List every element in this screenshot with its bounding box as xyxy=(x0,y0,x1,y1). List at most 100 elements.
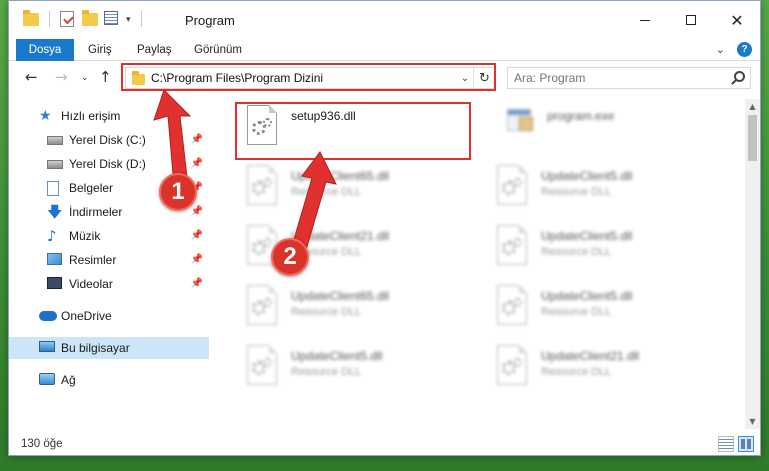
cloud-icon xyxy=(39,311,57,321)
close-button[interactable]: ✕ xyxy=(714,1,760,39)
file-item[interactable]: UpdateClient5.dll Resource DLL xyxy=(495,225,725,277)
minimize-button[interactable] xyxy=(622,1,668,39)
sidebar-item-label: Belgeler xyxy=(69,181,114,195)
file-item[interactable]: UpdateClient65.dll Resource DLL xyxy=(245,165,475,217)
minimize-icon xyxy=(640,19,650,21)
file-item[interactable]: UpdateClient5.dll Resource DLL xyxy=(495,165,725,217)
search-input[interactable] xyxy=(508,71,722,85)
step-1-badge: 1 xyxy=(159,173,197,211)
file-type: Resource DLL xyxy=(291,366,362,378)
file-name: UpdateClient21.dll xyxy=(291,229,390,243)
pin-icon[interactable]: 📌 xyxy=(191,254,203,265)
sidebar-item-music[interactable]: ♪ Müzik 📌 xyxy=(9,225,209,247)
computer-icon xyxy=(39,341,55,352)
sidebar-item-videos[interactable]: Videolar 📌 xyxy=(9,273,209,295)
up-arrow-icon[interactable]: ↑ xyxy=(99,68,112,86)
view-switcher xyxy=(718,436,754,452)
address-dropdown-icon[interactable]: ⌄ xyxy=(457,73,473,84)
file-type: Resource DLL xyxy=(541,306,612,318)
folder-icon xyxy=(132,70,145,85)
refresh-icon[interactable]: ↻ xyxy=(473,68,495,88)
file-type: Resource DLL xyxy=(291,306,362,318)
sidebar-item-quick-access[interactable]: ★ Hızlı erişim xyxy=(9,105,209,127)
quick-access-toolbar: ▾ xyxy=(23,10,146,27)
address-bar[interactable]: C:\Program Files\Program Dizini ⌄ ↻ xyxy=(125,67,496,89)
pictures-icon xyxy=(47,253,62,265)
dll-file-icon xyxy=(245,165,281,209)
expand-ribbon-icon[interactable]: ⌄ xyxy=(716,43,725,56)
file-type: Resource DLL xyxy=(541,246,612,258)
dll-file-icon xyxy=(495,225,531,269)
sidebar-item-label: Ağ xyxy=(61,373,76,387)
navigation-pane: ★ Hızlı erişim Yerel Disk (C:) 📌 Yerel D… xyxy=(9,99,211,429)
file-name: UpdateClient5.dll xyxy=(541,229,633,243)
tab-paylas[interactable]: Paylaş xyxy=(137,39,172,61)
dll-file-icon xyxy=(495,345,531,389)
file-item[interactable]: UpdateClient5.dll Resource DLL xyxy=(245,345,475,397)
maximize-icon xyxy=(686,15,696,25)
new-folder-icon[interactable] xyxy=(82,10,98,27)
dll-file-icon xyxy=(495,285,531,329)
file-item-program-exe[interactable]: program.exe xyxy=(503,105,733,157)
vertical-scrollbar[interactable]: ▲ ▼ xyxy=(745,99,760,429)
item-count: 130 öğe xyxy=(21,438,63,450)
dll-file-icon xyxy=(245,105,281,149)
exe-file-icon xyxy=(507,105,535,135)
details-view-icon[interactable] xyxy=(718,436,734,452)
file-name: UpdateClient65.dll xyxy=(291,289,390,303)
file-name: UpdateClient21.dll xyxy=(541,349,640,363)
ribbon-tabs: Dosya Giriş Paylaş Görünüm ⌄ ? xyxy=(9,39,760,61)
title-bar: ▾ Program ✕ xyxy=(9,1,760,39)
folder-icon[interactable] xyxy=(23,10,39,27)
address-path[interactable]: C:\Program Files\Program Dizini xyxy=(151,71,457,85)
back-arrow-icon[interactable]: ← xyxy=(25,68,38,86)
customize-toolbar-dropdown-icon[interactable]: ▾ xyxy=(126,14,131,25)
window-title: Program xyxy=(185,13,235,28)
properties-icon[interactable] xyxy=(104,11,120,27)
tab-giris[interactable]: Giriş xyxy=(88,39,112,61)
pin-icon[interactable]: 📌 xyxy=(191,206,203,217)
scrollbar-thumb[interactable] xyxy=(748,115,757,161)
status-bar: 130 öğe xyxy=(9,433,760,455)
sidebar-item-this-pc[interactable]: Bu bilgisayar xyxy=(9,337,209,359)
tab-gorunum[interactable]: Görünüm xyxy=(194,39,242,61)
window-controls: ✕ xyxy=(622,1,760,39)
sidebar-item-onedrive[interactable]: OneDrive xyxy=(9,305,209,327)
pin-icon[interactable]: 📌 xyxy=(191,158,203,169)
videos-icon xyxy=(47,277,62,289)
disk-icon xyxy=(47,136,63,145)
toolbar-divider xyxy=(49,11,50,27)
file-type: Resource DLL xyxy=(291,186,362,198)
file-item-setup936[interactable]: setup936.dll xyxy=(245,105,475,157)
file-item[interactable]: UpdateClient5.dll Resource DLL xyxy=(495,285,725,337)
maximize-button[interactable] xyxy=(668,1,714,39)
disk-icon xyxy=(47,160,63,169)
search-box[interactable] xyxy=(507,67,751,89)
search-icon[interactable] xyxy=(734,71,745,82)
explorer-window: ▾ Program ✕ Dosya Giriş Paylaş Görünüm ⌄… xyxy=(8,0,761,456)
sidebar-item-pictures[interactable]: Resimler 📌 xyxy=(9,249,209,271)
pin-icon[interactable]: 📌 xyxy=(191,230,203,241)
close-icon: ✕ xyxy=(730,10,744,30)
scroll-up-icon[interactable]: ▲ xyxy=(745,99,760,114)
large-icons-view-icon[interactable] xyxy=(738,436,754,452)
scroll-down-icon[interactable]: ▼ xyxy=(745,414,760,429)
pin-icon[interactable]: 📌 xyxy=(191,134,203,145)
file-item[interactable]: UpdateClient65.dll Resource DLL xyxy=(245,285,475,337)
pin-icon[interactable]: 📌 xyxy=(191,278,203,289)
file-item[interactable]: UpdateClient21.dll Resource DLL xyxy=(495,345,725,397)
help-icon[interactable]: ? xyxy=(737,42,752,57)
recent-locations-icon[interactable]: ⌄ xyxy=(81,73,89,83)
dll-file-icon xyxy=(245,345,281,389)
sidebar-item-local-disk-d[interactable]: Yerel Disk (D:) 📌 xyxy=(9,153,209,175)
file-name: UpdateClient5.dll xyxy=(291,349,383,363)
file-type: Resource DLL xyxy=(541,366,612,378)
sidebar-item-local-disk-c[interactable]: Yerel Disk (C:) 📌 xyxy=(9,129,209,151)
tab-dosya[interactable]: Dosya xyxy=(16,39,74,61)
toolbar-divider xyxy=(140,11,142,27)
forward-arrow-icon[interactable]: → xyxy=(55,68,68,86)
file-name: UpdateClient65.dll xyxy=(291,169,390,183)
sidebar-item-network[interactable]: Ağ xyxy=(9,369,209,391)
properties-check-icon[interactable] xyxy=(60,11,76,27)
file-type: Resource DLL xyxy=(541,186,612,198)
